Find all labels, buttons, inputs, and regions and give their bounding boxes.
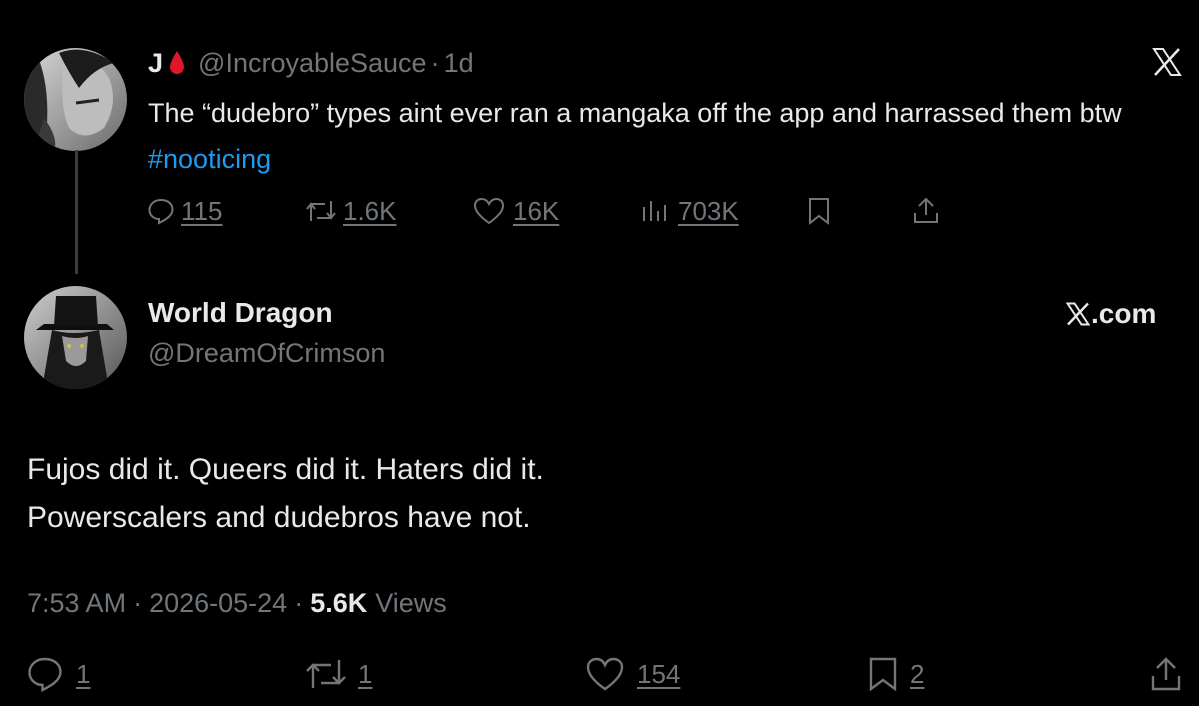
reply-button[interactable]: 1 [26,654,90,694]
reply-handle[interactable]: @DreamOfCrimson [148,338,385,369]
share-icon [912,196,940,226]
heart-icon [473,197,505,225]
like-button[interactable]: 16K [473,194,559,228]
tweet-date[interactable]: 2026-05-24 [149,588,287,619]
repost-icon [303,197,339,225]
repost-count[interactable]: 1.6K [343,196,397,227]
x-com-watermark: .com [1066,298,1156,330]
tweet-time[interactable]: 7:53 AM [27,588,126,619]
meta-separator: · [294,588,304,618]
like-count[interactable]: 16K [513,196,559,227]
tweet-age[interactable]: 1d [444,48,474,79]
reply-icon [26,655,64,693]
reply-icon [147,197,175,225]
bookmark-button[interactable]: 2 [866,654,924,694]
like-button[interactable]: 154 [585,654,680,694]
quoted-tweet-header: J @IncroyableSauce · 1d [148,45,474,81]
reply-count[interactable]: 115 [181,196,222,227]
views-count[interactable]: 5.6K [310,588,367,619]
bookmark-count[interactable]: 2 [910,659,924,690]
views-count[interactable]: 703K [678,196,739,227]
heart-icon [585,656,625,692]
reply-count[interactable]: 1 [76,659,90,690]
share-button[interactable] [912,194,940,228]
reply-text-line-2: Powerscalers and dudebros have not. [27,501,531,534]
share-icon [1150,655,1182,693]
repost-icon [302,655,350,693]
reply-tweet-text: Fujos did it. Queers did it. Haters did … [27,446,544,542]
repost-button[interactable]: 1 [302,654,372,694]
analytics-icon [640,197,670,225]
blood-drop-icon [169,50,185,76]
display-name[interactable]: J [148,48,163,79]
views-button[interactable]: 703K [640,194,739,228]
reply-button[interactable]: 115 [147,194,222,228]
x-logo-icon[interactable] [1152,48,1182,81]
bookmark-button[interactable] [806,194,832,228]
x-logo-icon [1066,302,1090,326]
tweet-body: The “dudebro” types aint ever ran a mang… [148,98,1122,128]
share-button[interactable] [1150,654,1182,694]
avatar-dreamofcrimson[interactable] [24,286,127,389]
hashtag-link[interactable]: #nooticing [148,144,271,174]
watermark-text: .com [1091,298,1157,329]
meta-separator: · [133,588,143,618]
bookmark-icon [866,655,900,693]
handle[interactable]: @IncroyableSauce [198,48,427,79]
avatar-incroyablesauce[interactable] [24,48,127,151]
views-label: Views [375,588,447,618]
reply-text-line-1: Fujos did it. Queers did it. Haters did … [27,453,544,486]
repost-button[interactable]: 1.6K [303,194,397,228]
thread-connector-line [75,150,78,274]
reply-display-name[interactable]: World Dragon [148,297,333,329]
quoted-tweet-text: The “dudebro” types aint ever ran a mang… [148,90,1178,182]
repost-count[interactable]: 1 [358,659,372,690]
bookmark-icon [806,196,832,226]
tweet-meta: 7:53 AM · 2026-05-24 · 5.6K Views [27,588,447,619]
separator-dot: · [430,47,440,78]
like-count[interactable]: 154 [637,659,680,690]
